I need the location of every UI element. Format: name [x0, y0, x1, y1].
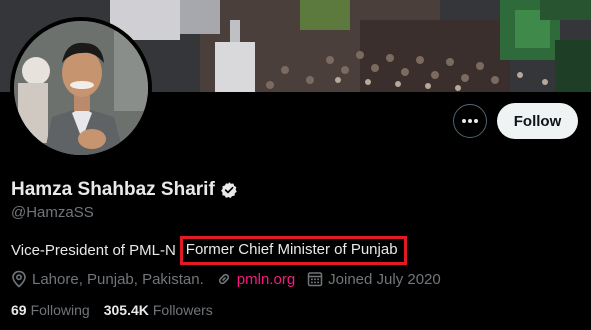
verified-badge-icon[interactable]: [220, 181, 238, 199]
followers-label: Followers: [152, 302, 213, 318]
user-handle: @HamzaSS: [11, 204, 94, 221]
display-name: Hamza Shahbaz Sharif: [11, 179, 215, 200]
joined-item: Joined July 2020: [307, 271, 441, 288]
profile-meta: Lahore, Punjab, Pakistan. pmln.org Joine…: [11, 270, 453, 288]
followers-link[interactable]: 305.4K Followers: [104, 302, 213, 318]
joined-text: Joined July 2020: [328, 270, 441, 288]
profile-bio: Vice-President of PML-N Former Chief Min…: [11, 236, 407, 265]
more-options-button[interactable]: [453, 104, 487, 138]
bio-highlight: Former Chief Minister of Punjab: [179, 236, 407, 265]
location-text: Lahore, Punjab, Pakistan.: [32, 270, 204, 288]
calendar-icon: [307, 272, 323, 287]
bio-prefix: Vice-President of PML-N: [11, 242, 176, 259]
follow-stats: 69 Following 305.4K Followers: [11, 302, 227, 318]
follow-button-label: Follow: [513, 112, 562, 130]
location-item: Lahore, Punjab, Pakistan.: [11, 270, 204, 288]
location-pin-icon: [12, 270, 26, 288]
avatar[interactable]: [10, 17, 152, 159]
following-label: Following: [30, 302, 90, 318]
name-row: Hamza Shahbaz Sharif: [11, 178, 238, 202]
website-link[interactable]: pmln.org: [237, 271, 295, 288]
following-count: 69: [11, 302, 27, 318]
link-icon: [218, 273, 229, 285]
following-link[interactable]: 69 Following: [11, 302, 90, 318]
follow-button[interactable]: Follow: [497, 103, 578, 139]
more-horizontal-icon: [462, 119, 478, 123]
followers-count: 305.4K: [103, 302, 149, 318]
avatar-image: [14, 21, 148, 155]
website-item: pmln.org: [216, 271, 295, 288]
